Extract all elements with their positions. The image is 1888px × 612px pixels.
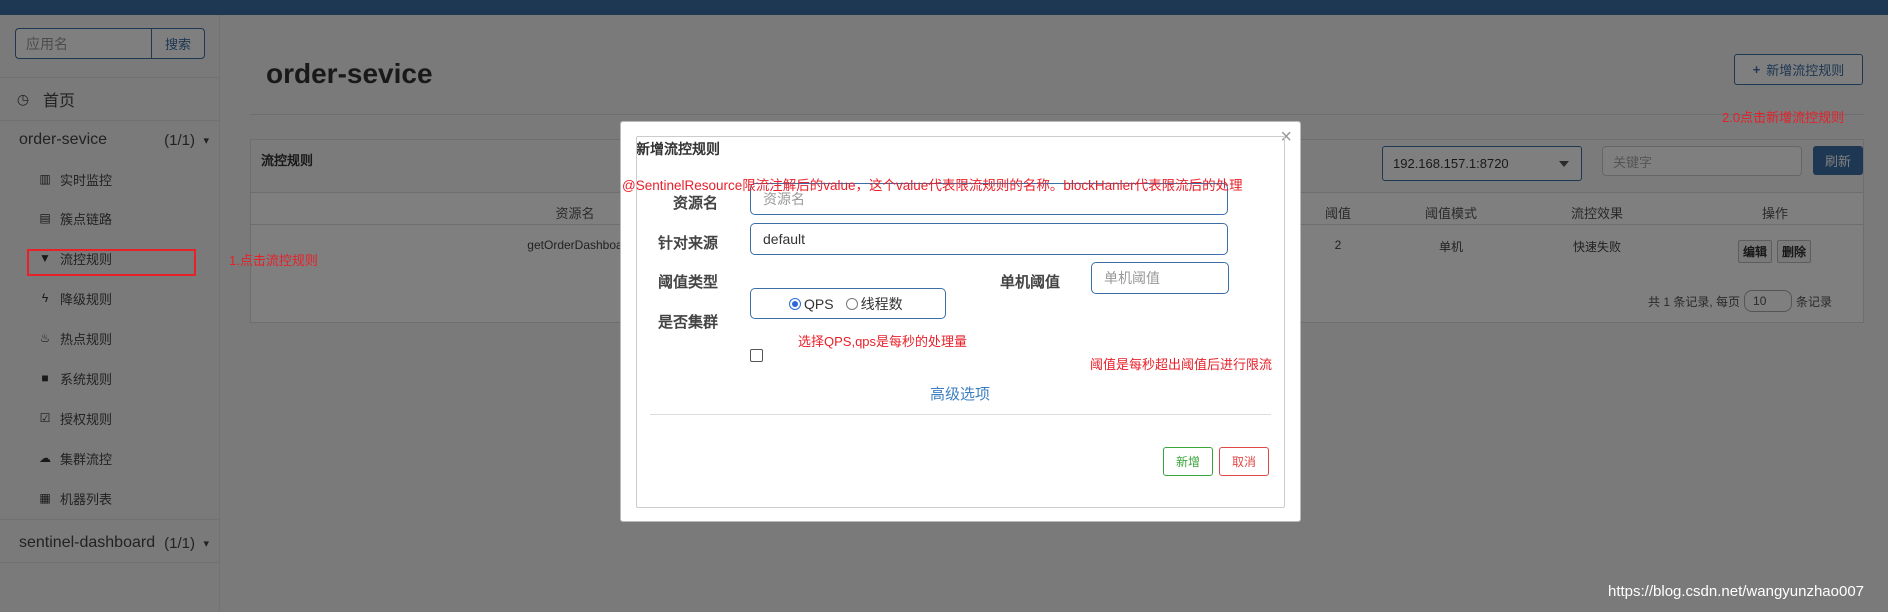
origin-label: 针对来源 bbox=[658, 235, 719, 252]
annotation-qps-note: 选择QPS,qps是每秒的处理量 bbox=[798, 334, 968, 349]
watermark: https://blog.csdn.net/wangyunzhao007 bbox=[1608, 583, 1865, 600]
qps-label: QPS bbox=[804, 295, 834, 312]
annotation-sentinel-note: @SentinelResource限流注解后的value，这个value代表限流… bbox=[622, 178, 1243, 193]
single-threshold-input[interactable]: 单机阈值 bbox=[1091, 262, 1229, 294]
threshold-type-radio-group: QPS 线程数 bbox=[750, 288, 946, 319]
threshold-type-label: 阈值类型 bbox=[658, 274, 719, 291]
thread-radio[interactable] bbox=[845, 297, 858, 310]
qps-radio[interactable] bbox=[789, 297, 801, 310]
cluster-checkbox[interactable] bbox=[750, 349, 763, 362]
cancel-button[interactable]: 取消 bbox=[1219, 447, 1269, 476]
origin-input[interactable]: default bbox=[750, 223, 1228, 255]
annotation-step2: 2.0点击新增流控规则 bbox=[1722, 110, 1845, 125]
thread-label: 线程数 bbox=[860, 295, 903, 312]
advanced-options-link[interactable]: 高级选项 bbox=[930, 383, 990, 404]
divider bbox=[650, 414, 1271, 415]
annotation-step1: 1.点击流控规则 bbox=[229, 253, 318, 268]
highlight-box bbox=[27, 249, 196, 276]
annotation-threshold-note: 阈值是每秒超出阈值后进行限流 bbox=[1090, 357, 1273, 372]
cluster-label: 是否集群 bbox=[658, 314, 719, 331]
single-threshold-label: 单机阈值 bbox=[1000, 274, 1061, 291]
resource-label: 资源名 bbox=[673, 195, 719, 212]
save-button[interactable]: 新增 bbox=[1163, 447, 1213, 476]
